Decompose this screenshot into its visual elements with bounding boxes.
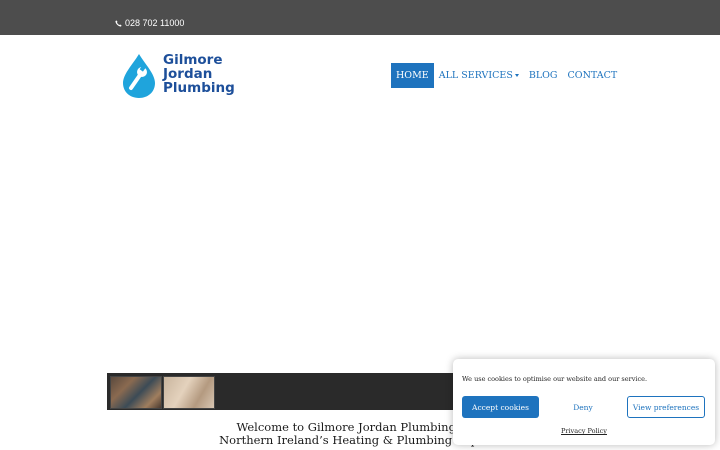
- slider-thumbnails: [107, 373, 467, 410]
- cookie-banner: We use cookies to optimise our website a…: [453, 359, 715, 445]
- nav-all-services[interactable]: ALL SERVICES: [434, 63, 524, 88]
- caret-down-icon: [514, 74, 519, 77]
- logo-line-1: Gilmore: [163, 52, 223, 68]
- nav-home[interactable]: HOME: [391, 63, 434, 88]
- slide-thumbnail[interactable]: [163, 376, 215, 409]
- slide-thumbnail[interactable]: [110, 376, 162, 409]
- phone-number[interactable]: 028 702 11000: [125, 18, 184, 28]
- privacy-policy-link[interactable]: Privacy Policy: [453, 427, 715, 435]
- top-bar: 028 702 11000: [0, 0, 720, 35]
- deny-cookies-button[interactable]: Deny: [553, 396, 613, 418]
- logo-line-2: Jordan: [163, 66, 213, 82]
- nav-contact[interactable]: CONTACT: [563, 63, 623, 88]
- phone-link[interactable]: 028 702 11000: [115, 18, 184, 28]
- site-logo[interactable]: Gilmore Jordan Plumbing: [121, 53, 241, 99]
- water-drop-wrench-icon: [123, 54, 155, 98]
- accept-cookies-button[interactable]: Accept cookies: [462, 396, 539, 418]
- logo-line-3: Plumbing: [163, 80, 235, 96]
- nav-blog[interactable]: BLOG: [524, 63, 563, 88]
- main-nav: HOME ALL SERVICES BLOG CONTACT: [391, 63, 622, 88]
- view-preferences-button[interactable]: View preferences: [627, 396, 705, 418]
- logo-text: Gilmore Jordan Plumbing: [163, 53, 235, 95]
- nav-all-services-label: ALL SERVICES: [438, 70, 513, 81]
- cookie-message: We use cookies to optimise our website a…: [462, 375, 648, 383]
- phone-icon: [115, 19, 122, 27]
